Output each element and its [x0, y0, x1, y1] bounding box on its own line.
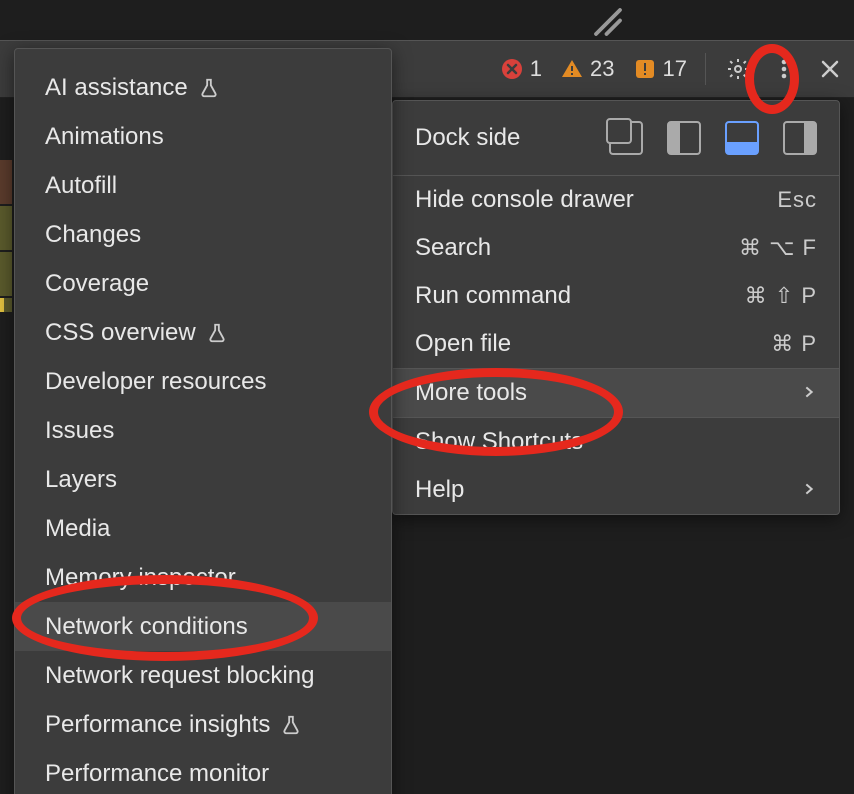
menu-item-label: Hide console drawer: [415, 186, 634, 214]
submenu-item-network-conditions[interactable]: Network conditions: [15, 602, 391, 651]
menu-run-command[interactable]: Run command ⌘ ⇧ P: [393, 272, 839, 320]
submenu-item-layers[interactable]: Layers: [15, 455, 391, 504]
menu-item-label: Help: [415, 476, 464, 504]
flask-icon: [206, 322, 228, 344]
submenu-item-developer-resources[interactable]: Developer resources: [15, 357, 391, 406]
dock-bottom-button[interactable]: [725, 121, 759, 155]
submenu-item-media[interactable]: Media: [15, 504, 391, 553]
menu-item-label: Show Shortcuts: [415, 428, 583, 456]
submenu-item-label: Network request blocking: [45, 662, 314, 690]
menu-show-shortcuts[interactable]: Show Shortcuts: [393, 418, 839, 466]
submenu-item-memory-inspector[interactable]: Memory inspector: [15, 553, 391, 602]
warning-count-value: 23: [590, 56, 614, 82]
dock-side-row: Dock side: [393, 101, 839, 175]
edge-marker: [0, 298, 4, 312]
status-counters: 1 23 17: [500, 56, 687, 82]
submenu-item-network-request-blocking[interactable]: Network request blocking: [15, 651, 391, 700]
settings-button[interactable]: [724, 55, 752, 83]
submenu-item-label: Media: [45, 515, 110, 543]
submenu-item-ai-assistance[interactable]: AI assistance: [15, 63, 391, 112]
submenu-item-css-overview[interactable]: CSS overview: [15, 308, 391, 357]
edge-marker: [0, 252, 12, 296]
menu-hide-console-drawer[interactable]: Hide console drawer Esc: [393, 176, 839, 224]
submenu-item-label: Animations: [45, 123, 164, 151]
submenu-item-label: Coverage: [45, 270, 149, 298]
submenu-item-label: Developer resources: [45, 368, 266, 396]
submenu-item-performance-insights[interactable]: Performance insights: [15, 700, 391, 749]
menu-item-label: Run command: [415, 282, 571, 310]
menu-item-shortcut: ⌘ P: [771, 331, 817, 357]
menu-item-label: Open file: [415, 330, 511, 358]
more-tools-submenu: AI assistance Animations Autofill Changes Co…: [14, 48, 392, 794]
dock-side-label: Dock side: [415, 124, 520, 152]
submenu-item-label: Performance insights: [45, 711, 270, 739]
flask-icon: [280, 714, 302, 736]
chevron-right-icon: [801, 476, 817, 504]
submenu-item-animations[interactable]: Animations: [15, 112, 391, 161]
separator: [705, 53, 706, 85]
menu-item-shortcut: ⌘ ⌥ F: [739, 235, 817, 261]
resize-handle-icon[interactable]: [590, 4, 626, 45]
submenu-item-label: AI assistance: [45, 74, 188, 102]
submenu-item-label: CSS overview: [45, 319, 196, 347]
edge-marker: [0, 160, 12, 204]
submenu-item-issues[interactable]: Issues: [15, 406, 391, 455]
menu-item-shortcut: Esc: [777, 187, 817, 213]
submenu-item-changes[interactable]: Changes: [15, 210, 391, 259]
error-count[interactable]: 1: [500, 56, 542, 82]
menu-open-file[interactable]: Open file ⌘ P: [393, 320, 839, 368]
submenu-item-label: Autofill: [45, 172, 117, 200]
menu-more-tools[interactable]: More tools: [393, 369, 839, 417]
submenu-item-label: Layers: [45, 466, 117, 494]
error-count-value: 1: [530, 56, 542, 82]
flask-icon: [198, 77, 220, 99]
submenu-item-label: Issues: [45, 417, 114, 445]
submenu-item-performance-monitor[interactable]: Performance monitor: [15, 749, 391, 794]
submenu-item-label: Network conditions: [45, 613, 248, 641]
menu-help[interactable]: Help: [393, 466, 839, 514]
warning-count[interactable]: 23: [560, 56, 614, 82]
menu-item-label: More tools: [415, 379, 527, 407]
submenu-item-autofill[interactable]: Autofill: [15, 161, 391, 210]
menu-item-shortcut: ⌘ ⇧ P: [745, 283, 817, 309]
dock-undock-button[interactable]: [609, 121, 643, 155]
close-button[interactable]: [816, 55, 844, 83]
submenu-item-coverage[interactable]: Coverage: [15, 259, 391, 308]
issue-count[interactable]: 17: [633, 56, 687, 82]
submenu-item-label: Memory inspector: [45, 564, 236, 592]
dock-left-button[interactable]: [667, 121, 701, 155]
submenu-item-label: Changes: [45, 221, 141, 249]
menu-item-label: Search: [415, 234, 491, 262]
kebab-menu-button[interactable]: [770, 55, 798, 83]
submenu-item-label: Performance monitor: [45, 760, 269, 788]
issue-count-value: 17: [663, 56, 687, 82]
devtools-main-menu: Dock side Hide console drawer Esc Search…: [392, 100, 840, 515]
dock-right-button[interactable]: [783, 121, 817, 155]
menu-search[interactable]: Search ⌘ ⌥ F: [393, 224, 839, 272]
chevron-right-icon: [801, 379, 817, 407]
edge-marker: [0, 206, 12, 250]
